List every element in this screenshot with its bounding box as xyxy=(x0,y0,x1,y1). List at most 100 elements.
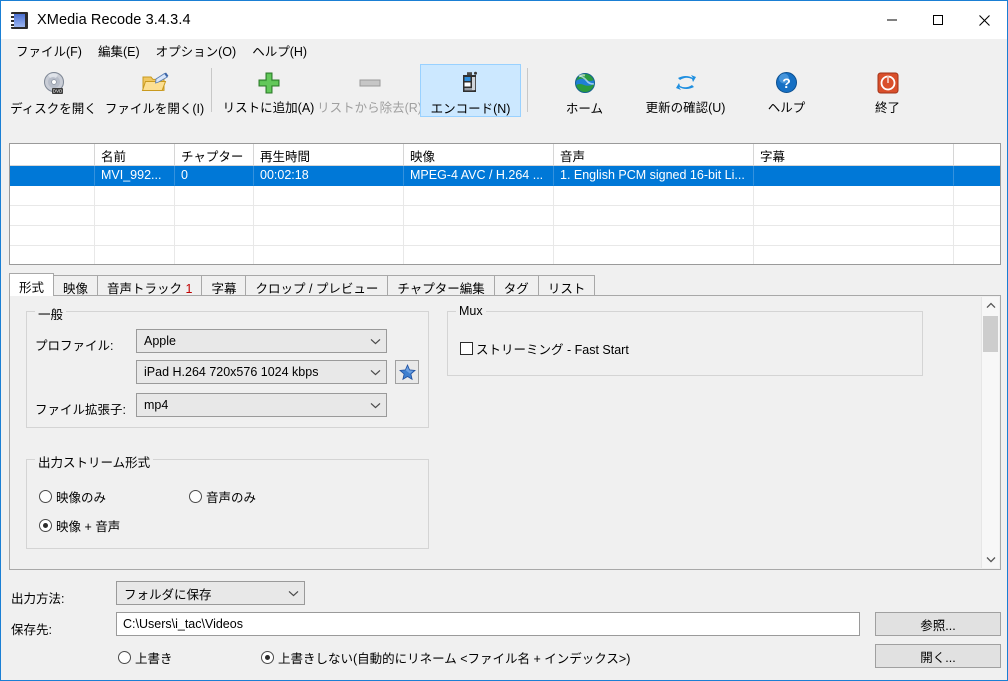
toolbar: DVD ディスクを開く ファイルを開く(I) リストに追加(A) リストから除去… xyxy=(1,62,1007,120)
refresh-icon xyxy=(673,70,699,95)
extension-select[interactable]: mp4 xyxy=(136,393,387,417)
panel-scrollbar[interactable] xyxy=(981,297,999,568)
col-header-audio[interactable]: 音声 xyxy=(554,144,754,166)
radio-dot xyxy=(39,519,52,532)
open-button[interactable]: 開く... xyxy=(875,644,1001,668)
tab-list[interactable]: リスト xyxy=(537,275,596,296)
tab-video[interactable]: 映像 xyxy=(53,275,99,296)
tab-subtitle[interactable]: 字幕 xyxy=(201,275,247,296)
toolbar-exit[interactable]: 終了 xyxy=(837,64,938,117)
file-list-header: 名前 チャプター 再生時間 映像 音声 字幕 xyxy=(10,144,1000,166)
application-window: XMedia Recode 3.4.3.4 ファイル(F) 編集(E) オプショ… xyxy=(0,0,1008,681)
window-title: XMedia Recode 3.4.3.4 xyxy=(37,12,191,28)
toolbar-exit-label: 終了 xyxy=(874,101,900,115)
question-icon: ? xyxy=(774,70,799,95)
col-header-blank[interactable] xyxy=(10,144,95,166)
col-header-subtitle[interactable]: 字幕 xyxy=(754,144,954,166)
output-method-select[interactable]: フォルダに保存 xyxy=(116,581,305,605)
toolbar-encode[interactable]: エンコード(N) xyxy=(420,64,521,117)
cell-video: MPEG-4 AVC / H.264 ... xyxy=(404,166,554,186)
radio-video-plus-audio[interactable]: 映像 + 音声 xyxy=(39,516,120,535)
table-row-empty[interactable] xyxy=(10,226,1000,246)
col-header-name[interactable]: 名前 xyxy=(95,144,175,166)
toolbar-open-file[interactable]: ファイルを開く(I) xyxy=(104,64,205,117)
radio-video-only[interactable]: 映像のみ xyxy=(39,487,106,506)
svg-text:?: ? xyxy=(782,75,791,91)
power-icon xyxy=(876,70,900,95)
output-method-label: 出力方法: xyxy=(11,592,65,606)
file-list[interactable]: 名前 チャプター 再生時間 映像 音声 字幕 MVI_992... 0 00:0… xyxy=(9,143,1001,265)
toolbar-separator-2 xyxy=(527,68,528,112)
scroll-up-button[interactable] xyxy=(982,297,999,314)
col-header-end[interactable] xyxy=(954,144,1000,166)
radio-dot xyxy=(39,490,52,503)
toolbar-help[interactable]: ? ヘルプ xyxy=(736,64,837,117)
cell-duration: 00:02:18 xyxy=(254,166,404,186)
toolbar-home-label: ホーム xyxy=(565,102,604,116)
cell-end xyxy=(954,166,1000,186)
table-row-empty[interactable] xyxy=(10,206,1000,226)
profile-select[interactable]: Apple xyxy=(136,329,387,353)
tab-chapter-edit[interactable]: チャプター編集 xyxy=(387,275,495,296)
tab-crop-preview[interactable]: クロップ / プレビュー xyxy=(245,275,389,296)
toolbar-remove-from-list[interactable]: リストから除去(R) xyxy=(317,64,422,117)
tab-format[interactable]: 形式 xyxy=(9,273,55,296)
tab-audio-track-label: 音声トラック xyxy=(107,282,186,296)
radio-overwrite-label: 上書き xyxy=(135,652,173,666)
tab-tag[interactable]: タグ xyxy=(493,275,539,296)
scrollbar-thumb[interactable] xyxy=(983,316,998,352)
streaming-checkbox[interactable]: ストリーミング - Fast Start xyxy=(460,339,629,358)
tab-audio-track[interactable]: 音声トラック 1 xyxy=(97,275,203,296)
encode-icon xyxy=(459,70,483,96)
chevron-up-icon xyxy=(986,302,995,309)
disc-icon: DVD xyxy=(41,70,67,96)
col-header-chapter[interactable]: チャプター xyxy=(175,144,254,166)
cell-blank xyxy=(10,166,95,186)
radio-overwrite[interactable]: 上書き xyxy=(118,648,173,667)
radio-audio-only[interactable]: 音声のみ xyxy=(189,487,256,506)
general-group-title: 一般 xyxy=(35,304,67,323)
radio-audio-only-label: 音声のみ xyxy=(206,491,257,505)
tab-audio-track-index: 1 xyxy=(185,282,193,296)
chevron-down-icon xyxy=(364,369,386,376)
destination-input[interactable]: C:\Users\i_tac\Videos xyxy=(116,612,860,636)
toolbar-check-update[interactable]: 更新の確認(U) xyxy=(635,64,736,117)
star-icon xyxy=(398,363,416,380)
maximize-button[interactable] xyxy=(915,1,961,39)
menu-edit[interactable]: 編集(E) xyxy=(90,38,148,64)
menu-help[interactable]: ヘルプ(H) xyxy=(244,38,315,64)
minimize-button[interactable] xyxy=(869,1,915,39)
toolbar-help-label: ヘルプ xyxy=(767,101,806,115)
toolbar-separator-1 xyxy=(211,68,212,112)
toolbar-home[interactable]: ホーム xyxy=(534,64,635,117)
menu-options[interactable]: オプション(O) xyxy=(148,38,245,64)
toolbar-open-disc[interactable]: DVD ディスクを開く xyxy=(3,64,104,117)
toolbar-open-file-label: ファイルを開く(I) xyxy=(104,102,205,116)
preset-value: iPad H.264 720x576 1024 kbps xyxy=(144,365,319,379)
chevron-down-icon xyxy=(282,590,304,597)
radio-no-overwrite[interactable]: 上書きしない(自動的にリネーム <ファイル名 + インデックス>) xyxy=(261,648,630,667)
toolbar-add-to-list-label: リストに追加(A) xyxy=(222,101,315,115)
plus-icon xyxy=(257,70,281,95)
table-row[interactable]: MVI_992... 0 00:02:18 MPEG-4 AVC / H.264… xyxy=(10,166,1000,186)
table-row-empty[interactable] xyxy=(10,186,1000,206)
scroll-down-button[interactable] xyxy=(982,551,999,568)
cell-audio: 1. English PCM signed 16-bit Li... xyxy=(554,166,754,186)
col-header-video[interactable]: 映像 xyxy=(404,144,554,166)
menu-file[interactable]: ファイル(F) xyxy=(8,38,90,64)
destination-label: 保存先: xyxy=(11,623,52,637)
favorite-button[interactable] xyxy=(395,360,419,384)
open-folder-icon xyxy=(141,70,169,96)
toolbar-add-to-list[interactable]: リストに追加(A) xyxy=(218,64,319,117)
table-row-empty[interactable] xyxy=(10,246,1000,264)
preset-select[interactable]: iPad H.264 720x576 1024 kbps xyxy=(136,360,387,384)
radio-video-only-label: 映像のみ xyxy=(56,491,107,505)
close-button[interactable] xyxy=(961,1,1007,39)
col-header-duration[interactable]: 再生時間 xyxy=(254,144,404,166)
output-method-value: フォルダに保存 xyxy=(124,587,212,602)
browse-button[interactable]: 参照... xyxy=(875,612,1001,636)
toolbar-remove-from-list-label: リストから除去(R) xyxy=(317,101,422,115)
chevron-down-icon xyxy=(364,338,386,345)
chevron-down-icon xyxy=(364,402,386,409)
menu-bar: ファイル(F) 編集(E) オプション(O) ヘルプ(H) xyxy=(1,39,1007,62)
